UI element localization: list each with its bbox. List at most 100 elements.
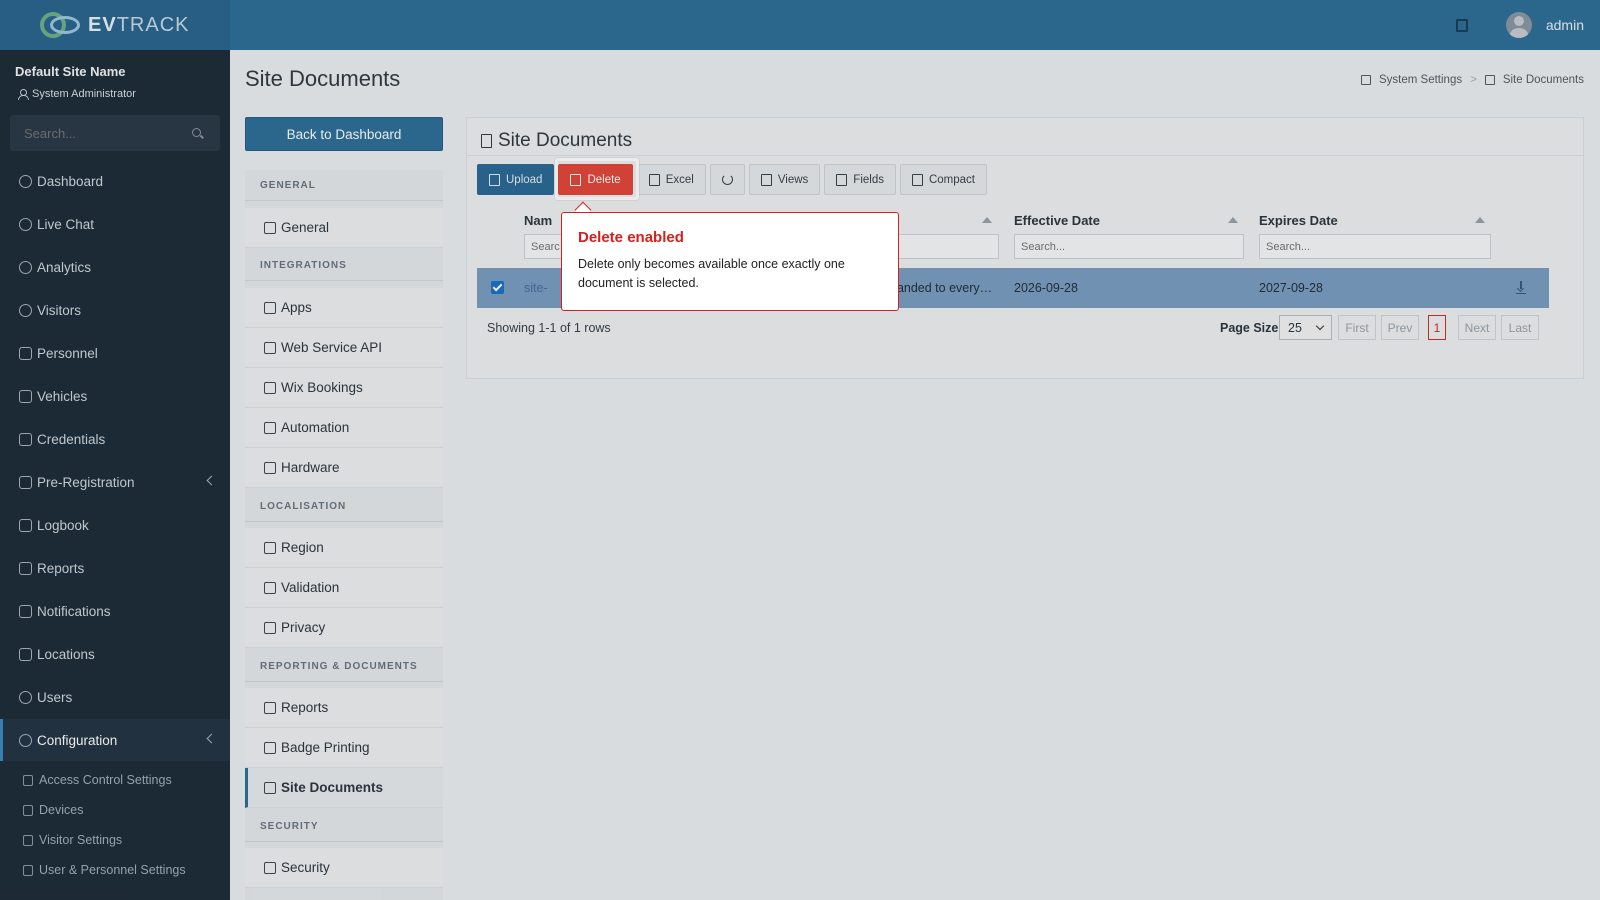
sidebar-item-notifications[interactable]: Notifications — [0, 590, 230, 632]
calendar-icon — [264, 381, 276, 394]
breadcrumb-separator: > — [1470, 74, 1477, 86]
sort-icon[interactable] — [1228, 217, 1238, 223]
users-icon — [19, 690, 32, 704]
panel-divider — [467, 155, 1583, 156]
column-header-expires-date[interactable]: Expires Date — [1259, 213, 1338, 228]
compact-icon — [911, 173, 923, 186]
sidebar-item-visitors[interactable]: Visitors — [0, 289, 230, 331]
settings-item-region[interactable]: Region — [245, 528, 443, 568]
sidebar-item-analytics[interactable]: Analytics — [0, 246, 230, 288]
pagination-prev[interactable]: Prev — [1381, 315, 1419, 340]
settings-item-hardware[interactable]: Hardware — [245, 448, 443, 488]
refresh-icon — [721, 174, 733, 185]
sidebar-item-pre-registration[interactable]: Pre-Registration — [0, 461, 230, 503]
tooltip: Delete enabled Delete only becomes avail… — [561, 212, 899, 311]
settings-item-general[interactable]: General — [245, 208, 443, 248]
expires-date-search-input[interactable] — [1259, 234, 1491, 259]
sidebar-search-input[interactable] — [10, 115, 220, 151]
settings-item-badge-printing[interactable]: Badge Printing — [245, 728, 443, 768]
settings-menu: GENERAL General INTEGRATIONS Apps Web Se… — [245, 170, 443, 900]
settings-item-wix-bookings[interactable]: Wix Bookings — [245, 368, 443, 408]
settings-item-reports[interactable]: Reports — [245, 688, 443, 728]
sidebar-item-configuration[interactable]: Configuration — [0, 719, 230, 761]
settings-section-localisation: LOCALISATION — [245, 491, 443, 522]
excel-button[interactable]: Excel — [636, 164, 706, 195]
sidebar-subitem-access-control[interactable]: Access Control Settings — [0, 765, 230, 795]
hardware-icon — [264, 461, 276, 474]
pagination-last[interactable]: Last — [1501, 315, 1539, 340]
column-header-name[interactable]: Nam — [524, 213, 552, 228]
sidebar-item-personnel[interactable]: Personnel — [0, 332, 230, 374]
download-icon[interactable] — [1516, 281, 1526, 294]
settings-section-security: SECURITY — [245, 811, 443, 842]
sidebar-item-logbook[interactable]: Logbook — [0, 504, 230, 546]
document-icon — [481, 134, 492, 148]
upload-icon — [489, 173, 500, 186]
page-title: Site Documents — [245, 66, 401, 91]
sidebar-item-live-chat[interactable]: Live Chat — [0, 203, 230, 245]
user-icon — [18, 89, 29, 100]
settings-section-integrations: INTEGRATIONS — [245, 250, 443, 281]
cell-effective-date: 2026-09-28 — [1014, 281, 1078, 295]
sort-icon[interactable] — [982, 217, 992, 223]
settings-section-general: GENERAL — [245, 170, 443, 201]
document-icon — [264, 781, 276, 794]
delete-highlight — [555, 158, 639, 200]
sidebar-item-locations[interactable]: Locations — [0, 633, 230, 675]
car-icon — [19, 389, 32, 403]
shield-icon — [264, 621, 276, 634]
avatar[interactable] — [1505, 12, 1532, 38]
eye-icon — [19, 303, 32, 317]
breadcrumb-system-settings[interactable]: System Settings — [1379, 74, 1462, 86]
sidebar-subitem-visitor-settings[interactable]: Visitor Settings — [0, 825, 230, 855]
sidebar-item-credentials[interactable]: Credentials — [0, 418, 230, 460]
check-circle-icon — [264, 581, 276, 594]
top-bar: EVTRACK admin — [0, 0, 1600, 50]
bar-chart-icon — [264, 701, 276, 714]
name-search-input[interactable] — [524, 234, 564, 259]
pagination-next[interactable]: Next — [1458, 315, 1496, 340]
chevron-left-icon — [206, 733, 217, 744]
book-icon[interactable] — [1455, 18, 1468, 32]
sort-icon[interactable] — [1475, 217, 1485, 223]
row-checkbox[interactable] — [491, 281, 504, 294]
personnel-icon — [19, 346, 32, 360]
pagination-first[interactable]: First — [1338, 315, 1376, 340]
settings-item-site-documents[interactable]: Site Documents — [245, 768, 443, 808]
chat-icon — [19, 604, 32, 618]
page-size-select[interactable]: 25 — [1279, 315, 1332, 340]
back-to-dashboard-button[interactable]: Back to Dashboard — [245, 117, 443, 151]
table-icon — [648, 173, 660, 186]
settings-item-apps[interactable]: Apps — [245, 288, 443, 328]
sidebar-subitem-user-personnel[interactable]: User & Personnel Settings — [0, 855, 230, 885]
sidebar-item-vehicles[interactable]: Vehicles — [0, 375, 230, 417]
cell-description: handed to every… — [890, 281, 993, 295]
chart-icon — [19, 561, 32, 575]
site-name: Default Site Name — [15, 64, 126, 79]
fields-button[interactable]: Fields — [824, 164, 896, 195]
top-right-area: admin — [1455, 0, 1584, 50]
exchange-icon — [19, 475, 32, 489]
settings-item-web-service-api[interactable]: Web Service API — [245, 328, 443, 368]
settings-item-automation[interactable]: Automation — [245, 408, 443, 448]
upload-button[interactable]: Upload — [477, 164, 555, 195]
sidebar-item-reports[interactable]: Reports — [0, 547, 230, 589]
refresh-button[interactable] — [709, 164, 745, 195]
settings-item-security[interactable]: Security — [245, 848, 443, 888]
column-header-effective-date[interactable]: Effective Date — [1014, 213, 1100, 228]
site-role: System Administrator — [18, 88, 136, 100]
sidebar-item-dashboard[interactable]: Dashboard — [0, 160, 230, 202]
user-name[interactable]: admin — [1546, 17, 1584, 33]
effective-date-search-input[interactable] — [1014, 234, 1244, 259]
cell-name[interactable]: site- — [524, 281, 548, 295]
settings-item-validation[interactable]: Validation — [245, 568, 443, 608]
settings-item-privacy[interactable]: Privacy — [245, 608, 443, 648]
views-button[interactable]: Views — [748, 164, 821, 195]
gear-icon — [23, 804, 33, 816]
sidebar-item-users[interactable]: Users — [0, 676, 230, 718]
search-icon[interactable] — [192, 128, 201, 137]
brand-logo[interactable]: EVTRACK — [0, 0, 230, 50]
pagination-current[interactable]: 1 — [1428, 315, 1446, 340]
compact-button[interactable]: Compact — [899, 164, 988, 195]
sidebar-subitem-devices[interactable]: Devices — [0, 795, 230, 825]
